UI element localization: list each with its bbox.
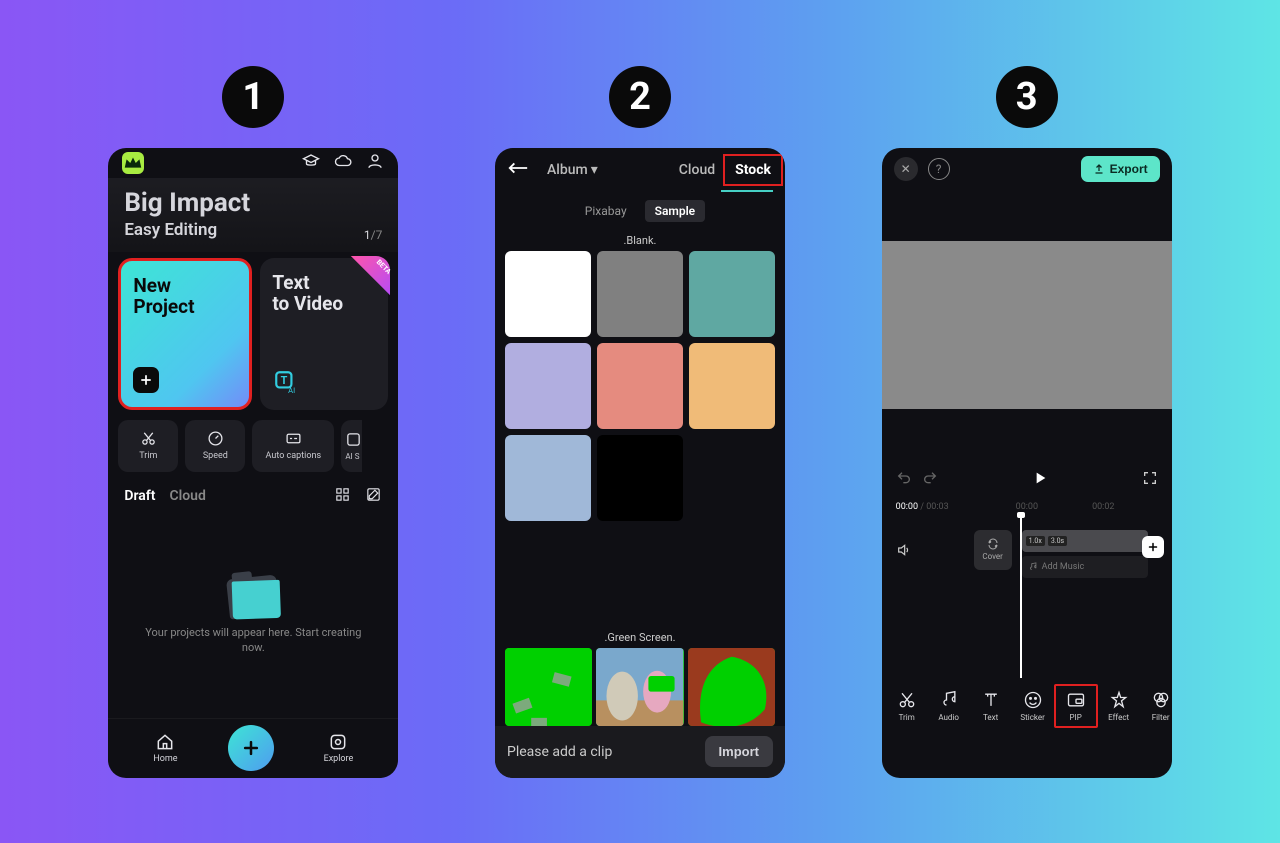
swatch-white[interactable] (505, 251, 591, 337)
profile-icon[interactable] (366, 152, 384, 174)
phone-3-editor: ✕ ? Export 00:00 / 00:03 00:00 00:02 (882, 148, 1172, 778)
blank-swatch-grid (495, 251, 785, 521)
phone-1-home: Big Impact Easy Editing 1/7 New Project … (108, 148, 398, 778)
playback-controls (882, 460, 1172, 500)
plus-icon (133, 367, 159, 393)
swatch-peach[interactable] (689, 343, 775, 429)
hero-banner[interactable]: Big Impact Easy Editing 1/7 (108, 178, 398, 252)
tool-trim[interactable]: Trim (886, 690, 928, 722)
help-icon[interactable]: ? (928, 158, 950, 180)
grid-view-icon[interactable] (334, 486, 351, 507)
tool-filter[interactable]: Filter (1140, 690, 1172, 722)
timecode-row: 00:00 / 00:03 00:00 00:02 (882, 500, 1172, 514)
auto-captions-tool[interactable]: Auto captions (252, 420, 334, 472)
close-icon[interactable]: ✕ (894, 157, 918, 181)
quick-tools-row: Trim Speed Auto captions AI S (108, 410, 398, 472)
greenscreen-thumb-3[interactable] (688, 648, 775, 726)
editor-toolbar: Trim Audio Text Sticker PIP Effect (882, 678, 1172, 734)
swatch-teal[interactable] (689, 251, 775, 337)
status-bar (108, 148, 398, 178)
clip-duration-badge: 3.0s (1048, 536, 1067, 546)
add-clip-button[interactable] (1142, 536, 1164, 558)
hero-pager: 1/7 (364, 228, 382, 242)
subtab-sample[interactable]: Sample (645, 200, 706, 222)
swatch-slate[interactable] (505, 435, 591, 521)
greenscreen-thumb-2[interactable] (596, 648, 683, 726)
nav-explore[interactable]: Explore (324, 732, 354, 764)
editor-topbar: ✕ ? Export (882, 148, 1172, 190)
folder-icon (226, 574, 280, 619)
new-project-label: New Project (133, 275, 237, 319)
play-icon[interactable] (1032, 470, 1048, 490)
hero-subtitle: Easy Editing (124, 220, 382, 240)
import-bar: Please add a clip Import (495, 726, 785, 778)
tool-pip[interactable]: PIP (1054, 684, 1098, 728)
step-badge-3: 3 (996, 66, 1058, 128)
swatch-black[interactable] (597, 435, 683, 521)
nav-home[interactable]: Home (153, 732, 177, 764)
export-button[interactable]: Export (1081, 156, 1160, 182)
fullscreen-icon[interactable] (1142, 470, 1158, 490)
back-icon[interactable] (507, 160, 529, 179)
phone-2-stock: Album▾ Cloud Stock Pixabay Sample .Blank… (495, 148, 785, 778)
video-clip[interactable]: 1.0x 3.0s (1022, 530, 1148, 552)
section-greenscreen-title: .Green Screen. (495, 625, 785, 648)
cloud-icon[interactable] (334, 152, 352, 174)
nav-create-fab[interactable] (228, 725, 274, 771)
section-blank-title: .Blank. (495, 228, 785, 251)
stock-subtabs: Pixabay Sample (495, 192, 785, 228)
tool-sticker[interactable]: Sticker (1012, 690, 1054, 722)
media-source-tabs: Album▾ Cloud Stock (495, 148, 785, 192)
greenscreen-thumb-1[interactable] (505, 648, 592, 726)
empty-state: Your projects will appear here. Start cr… (108, 515, 398, 718)
projects-tabs: Draft Cloud (108, 472, 398, 515)
clip-speed-badge: 1.0x (1026, 536, 1045, 546)
trim-tool[interactable]: Trim (118, 420, 178, 472)
greenscreen-row (495, 648, 785, 726)
empty-text: Your projects will appear here. Start cr… (138, 625, 368, 656)
ai-tool-partial[interactable]: AI S (341, 420, 362, 472)
text-ai-icon: TAI (272, 368, 300, 396)
tab-stock[interactable]: Stock (723, 154, 783, 186)
mute-icon[interactable] (896, 542, 912, 562)
text-to-video-card[interactable]: BETA Text to Video TAI (260, 258, 388, 410)
preview-area (882, 190, 1172, 460)
svg-text:AI: AI (288, 385, 295, 394)
timeline[interactable]: Cover 1.0x 3.0s Add Music (882, 518, 1172, 678)
svg-text:T: T (281, 374, 288, 387)
new-project-card[interactable]: New Project (118, 258, 252, 410)
tab-draft[interactable]: Draft (124, 488, 155, 504)
tool-audio[interactable]: Audio (928, 690, 970, 722)
playhead[interactable] (1020, 516, 1022, 678)
swatch-gray[interactable] (597, 251, 683, 337)
step-badge-2: 2 (609, 66, 671, 128)
tab-cloud[interactable]: Cloud (169, 488, 205, 504)
crown-icon[interactable] (122, 152, 144, 174)
text-to-video-label: Text to Video (272, 272, 376, 316)
import-prompt: Please add a clip (507, 744, 612, 760)
graduation-icon[interactable] (302, 152, 320, 174)
hero-title: Big Impact (124, 188, 382, 218)
cover-button[interactable]: Cover (974, 530, 1012, 570)
speed-tool[interactable]: Speed (185, 420, 245, 472)
import-button[interactable]: Import (705, 736, 773, 767)
subtab-pixabay[interactable]: Pixabay (575, 200, 637, 222)
swatch-lavender[interactable] (505, 343, 591, 429)
undo-icon[interactable] (896, 470, 912, 490)
tool-effect[interactable]: Effect (1098, 690, 1140, 722)
add-music-track[interactable]: Add Music (1022, 556, 1148, 578)
tab-album[interactable]: Album▾ (547, 162, 598, 178)
step-badge-1: 1 (222, 66, 284, 128)
chevron-down-icon: ▾ (591, 162, 598, 178)
tab-cloud[interactable]: Cloud (679, 162, 715, 178)
bottom-nav: Home Explore (108, 718, 398, 778)
video-preview[interactable] (882, 241, 1172, 409)
redo-icon[interactable] (922, 470, 938, 490)
edit-icon[interactable] (365, 486, 382, 507)
swatch-coral[interactable] (597, 343, 683, 429)
tool-text[interactable]: Text (970, 690, 1012, 722)
